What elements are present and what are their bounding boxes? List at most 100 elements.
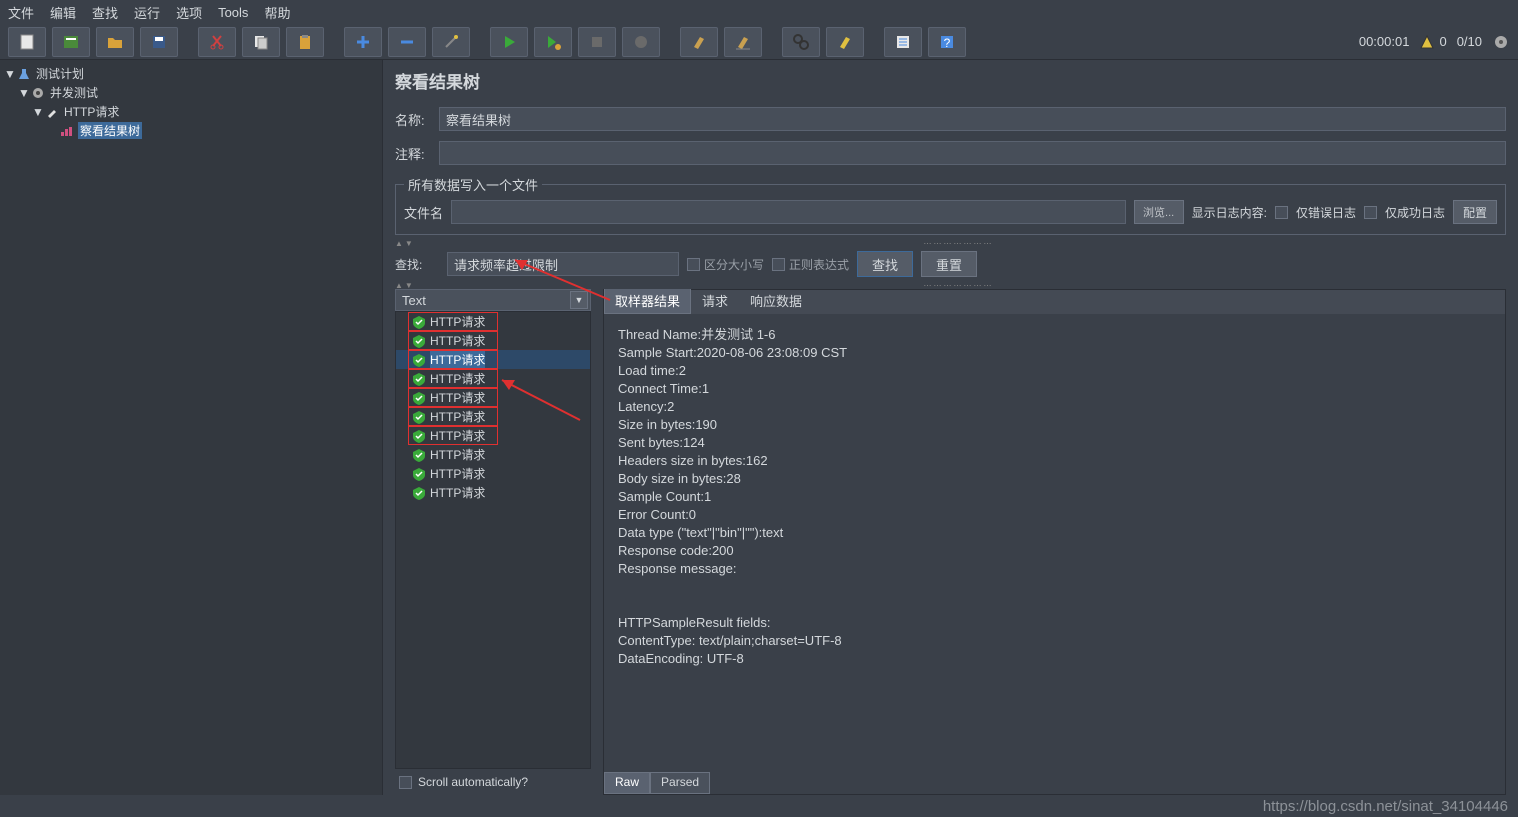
result-item[interactable]: HTTP请求 [396, 331, 590, 350]
splitter-handle-2[interactable]: ▲▼⋯⋯⋯⋯⋯⋯⋯ [395, 281, 1506, 289]
gear-icon[interactable] [1492, 33, 1510, 51]
menu-run[interactable]: 运行 [134, 3, 160, 22]
success-icon [412, 448, 426, 462]
regex-checkbox[interactable] [772, 258, 785, 271]
watermark: https://blog.csdn.net/sinat_34104446 [1263, 798, 1508, 815]
save-button[interactable] [140, 27, 178, 57]
chart-icon [58, 123, 74, 139]
start-button[interactable] [490, 27, 528, 57]
clear-button[interactable] [680, 27, 718, 57]
tab-response[interactable]: 响应数据 [739, 289, 813, 314]
browse-button[interactable]: 浏览... [1134, 200, 1184, 224]
result-item[interactable]: HTTP请求 [396, 369, 590, 388]
show-log-label: 显示日志内容: [1192, 204, 1267, 221]
threads-label: 0/10 [1457, 34, 1482, 49]
success-icon [412, 486, 426, 500]
reset-button[interactable]: 重置 [921, 251, 977, 277]
stop-button[interactable] [578, 27, 616, 57]
menu-help[interactable]: 帮助 [264, 3, 290, 22]
menu-search[interactable]: 查找 [92, 3, 118, 22]
start-no-pause-button[interactable] [534, 27, 572, 57]
copy-button[interactable] [242, 27, 280, 57]
search-input[interactable] [447, 252, 679, 276]
result-list-panel: Text ▼ HTTP请求HTTP请求HTTP请求HTTP请求HTTP请求HTT… [395, 289, 591, 795]
config-button[interactable]: 配置 [1453, 200, 1497, 224]
result-item[interactable]: HTTP请求 [396, 445, 590, 464]
menu-edit[interactable]: 编辑 [50, 3, 76, 22]
chevron-down-icon: ▼ [570, 291, 588, 309]
only-success-checkbox[interactable] [1364, 206, 1377, 219]
paste-button[interactable] [286, 27, 324, 57]
success-icon [412, 391, 426, 405]
new-button[interactable] [8, 27, 46, 57]
scroll-auto-checkbox[interactable] [399, 776, 412, 789]
open-button[interactable] [96, 27, 134, 57]
filename-label: 文件名 [404, 203, 443, 222]
test-plan-tree[interactable]: ▼ 测试计划 ▼ 并发测试 ▼ HTTP请求 察看结果树 [0, 60, 383, 795]
success-icon [412, 334, 426, 348]
shutdown-button[interactable] [622, 27, 660, 57]
search-button[interactable] [782, 27, 820, 57]
reset-search-button[interactable] [826, 27, 864, 57]
find-button[interactable]: 查找 [857, 251, 913, 277]
name-label: 名称: [395, 110, 439, 129]
gear-icon [30, 85, 46, 101]
case-checkbox[interactable] [687, 258, 700, 271]
clear-all-button[interactable] [724, 27, 762, 57]
only-error-checkbox[interactable] [1275, 206, 1288, 219]
search-label: 查找: [395, 256, 439, 273]
tree-test-plan[interactable]: ▼ 测试计划 [0, 64, 382, 83]
result-item[interactable]: HTTP请求 [396, 426, 590, 445]
tree-view-results[interactable]: 察看结果树 [0, 121, 382, 140]
tab-request[interactable]: 请求 [691, 289, 739, 314]
tree-thread-group[interactable]: ▼ 并发测试 [0, 83, 382, 102]
menu-options[interactable]: 选项 [176, 3, 202, 22]
results-tree[interactable]: HTTP请求HTTP请求HTTP请求HTTP请求HTTP请求HTTP请求HTTP… [395, 311, 591, 769]
success-icon [412, 372, 426, 386]
remove-button[interactable] [388, 27, 426, 57]
svg-text:?: ? [944, 36, 951, 50]
tab-raw[interactable]: Raw [604, 772, 650, 794]
result-item[interactable]: HTTP请求 [396, 388, 590, 407]
file-output-fieldset: 所有数据写入一个文件 文件名 浏览... 显示日志内容: 仅错误日志 仅成功日志… [395, 175, 1506, 235]
templates-button[interactable] [52, 27, 90, 57]
menu-file[interactable]: 文件 [8, 3, 34, 22]
scroll-auto-label: Scroll automatically? [418, 775, 528, 789]
menubar: 文件 编辑 查找 运行 选项 Tools 帮助 [0, 0, 1518, 24]
pipette-icon [44, 104, 60, 120]
panel-title: 察看结果树 [395, 68, 1506, 93]
comment-label: 注释: [395, 144, 439, 163]
function-helper-button[interactable] [884, 27, 922, 57]
content-panel: 察看结果树 名称: 注释: 所有数据写入一个文件 文件名 浏览... 显示日志内… [383, 60, 1518, 795]
tree-http-request[interactable]: ▼ HTTP请求 [0, 102, 382, 121]
result-item[interactable]: HTTP请求 [396, 350, 590, 369]
add-button[interactable] [344, 27, 382, 57]
success-icon [412, 353, 426, 367]
help-button[interactable]: ? [928, 27, 966, 57]
warning-indicator[interactable]: 0 [1419, 34, 1446, 50]
filename-input[interactable] [451, 200, 1126, 224]
success-icon [412, 315, 426, 329]
tab-parsed[interactable]: Parsed [650, 772, 710, 794]
comment-input[interactable] [439, 141, 1506, 165]
timer-label: 00:00:01 [1359, 34, 1410, 49]
tab-sampler-result[interactable]: 取样器结果 [604, 289, 691, 314]
result-item[interactable]: HTTP请求 [396, 407, 590, 426]
cut-button[interactable] [198, 27, 236, 57]
detail-body[interactable]: Thread Name:并发测试 1-6Sample Start:2020-08… [604, 314, 1505, 772]
name-input[interactable] [439, 107, 1506, 131]
wand-button[interactable] [432, 27, 470, 57]
success-icon [412, 429, 426, 443]
toolbar: ? 00:00:01 0 0/10 [0, 24, 1518, 60]
detail-tabs: 取样器结果 请求 响应数据 [604, 290, 1505, 314]
result-item[interactable]: HTTP请求 [396, 464, 590, 483]
menu-tools[interactable]: Tools [218, 5, 248, 20]
splitter-handle[interactable]: ▲▼⋯⋯⋯⋯⋯⋯⋯ [395, 239, 1506, 247]
result-item[interactable]: HTTP请求 [396, 312, 590, 331]
renderer-dropdown[interactable]: Text ▼ [395, 289, 591, 311]
detail-panel: 取样器结果 请求 响应数据 Thread Name:并发测试 1-6Sample… [603, 289, 1506, 795]
result-item[interactable]: HTTP请求 [396, 483, 590, 502]
warning-icon [1419, 34, 1435, 50]
success-icon [412, 467, 426, 481]
flask-icon [16, 66, 32, 82]
